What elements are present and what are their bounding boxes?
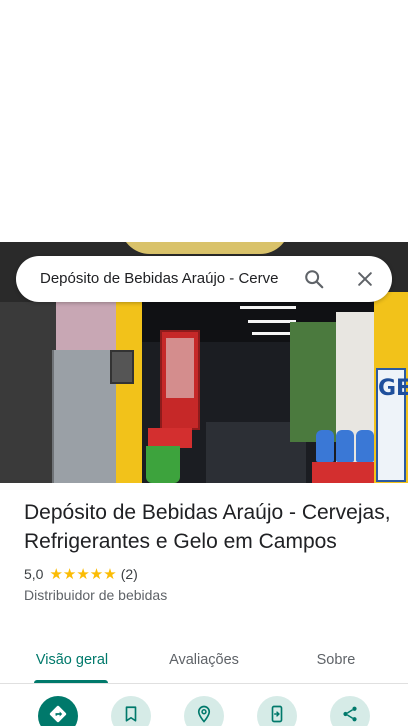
- bookmark-icon: [122, 705, 140, 726]
- place-tabs: Visão geral Avaliações Sobre: [0, 640, 408, 684]
- review-count[interactable]: (2): [121, 566, 138, 582]
- active-tab-indicator: [34, 680, 108, 683]
- rating-row[interactable]: 5,0 ★★★★★ (2): [24, 564, 394, 584]
- search-bar[interactable]: Depósito de Bebidas Araújo - Cerve: [16, 256, 392, 302]
- send-to-phone-icon: [268, 705, 286, 726]
- gelo-sign: GELO: [376, 368, 408, 482]
- search-icon[interactable]: [298, 263, 330, 295]
- tab-reviews[interactable]: Avaliações: [154, 640, 254, 683]
- directions-icon: [48, 704, 68, 726]
- place-info: Depósito de Bebidas Araújo - Cervejas, R…: [24, 498, 394, 603]
- tab-about[interactable]: Sobre: [296, 640, 376, 683]
- rating-value: 5,0: [24, 566, 44, 582]
- search-input[interactable]: Depósito de Bebidas Araújo - Cerve: [40, 256, 302, 302]
- share-icon: [341, 705, 359, 726]
- place-category[interactable]: Distribuidor de bebidas: [24, 587, 394, 603]
- close-icon[interactable]: [349, 263, 381, 295]
- send-to-phone-button[interactable]: [257, 696, 297, 726]
- nearby-icon: [195, 705, 213, 726]
- star-rating-icon: ★★★★★: [49, 566, 117, 583]
- save-button[interactable]: [111, 696, 151, 726]
- share-button[interactable]: [330, 696, 370, 726]
- place-title: Depósito de Bebidas Araújo - Cervejas, R…: [24, 501, 391, 553]
- map-area: [0, 0, 408, 242]
- directions-button[interactable]: [38, 696, 78, 726]
- action-buttons: [0, 696, 408, 726]
- tab-overview[interactable]: Visão geral: [24, 640, 120, 683]
- nearby-button[interactable]: [184, 696, 224, 726]
